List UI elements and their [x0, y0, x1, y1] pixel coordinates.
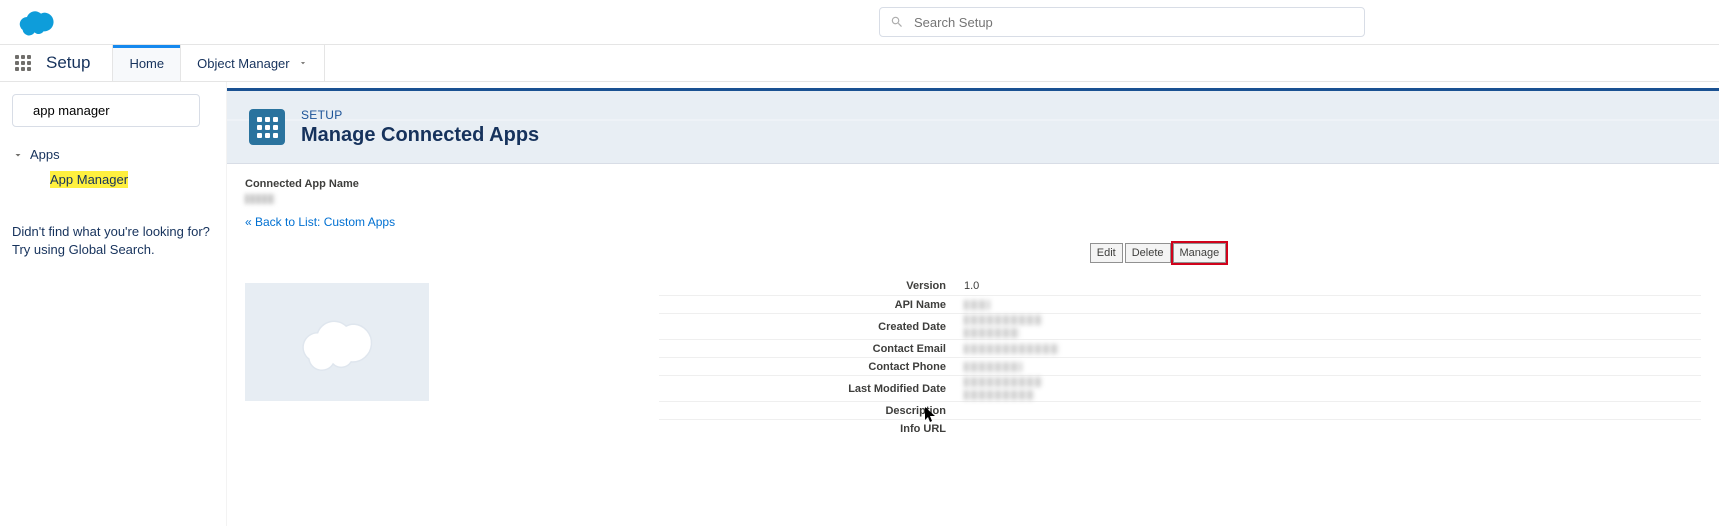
- field-label-created-date: Created Date: [659, 321, 964, 333]
- connected-app-detail: Connected App Name « Back to List: Custo…: [227, 164, 1719, 467]
- tree-node-apps[interactable]: Apps: [12, 143, 214, 166]
- salesforce-cloud-logo: [14, 6, 60, 38]
- detail-fields: Version 1.0 API Name Created Date: [659, 277, 1701, 437]
- field-value-created-date: [964, 314, 1042, 339]
- app-logo-thumbnail: [245, 283, 429, 401]
- field-value-contact-phone: [964, 361, 1022, 373]
- tab-object-manager[interactable]: Object Manager: [180, 45, 325, 81]
- context-nav-bar: Setup Home Object Manager: [0, 45, 1719, 82]
- field-label-contact-email: Contact Email: [659, 343, 964, 355]
- tree-leaf-app-manager[interactable]: App Manager: [50, 171, 128, 188]
- quick-find[interactable]: [12, 94, 200, 127]
- cloud-icon: [287, 311, 389, 375]
- field-value-version: 1.0: [964, 279, 979, 293]
- apps-icon: [257, 117, 278, 138]
- app-launcher-button[interactable]: [0, 45, 46, 81]
- field-label-version: Version: [659, 280, 964, 292]
- waffle-icon: [15, 55, 31, 71]
- manage-button[interactable]: Manage: [1173, 243, 1227, 263]
- page-header-eyebrow: SETUP: [301, 108, 539, 122]
- field-value-contact-email: [964, 343, 1059, 355]
- connected-app-name-value: [245, 194, 275, 204]
- context-title: Setup: [46, 45, 112, 81]
- tab-home[interactable]: Home: [112, 45, 180, 81]
- record-action-toolbar: Edit Delete Manage: [615, 243, 1701, 263]
- connected-app-name-label: Connected App Name: [245, 178, 1701, 190]
- page-header-icon: [249, 109, 285, 145]
- global-search-input[interactable]: [914, 15, 1354, 30]
- tree-node-apps-label: Apps: [30, 147, 60, 162]
- field-label-contact-phone: Contact Phone: [659, 361, 964, 373]
- delete-button[interactable]: Delete: [1125, 243, 1171, 263]
- page-title: Manage Connected Apps: [301, 124, 539, 147]
- sidebar-hint: Didn't find what you're looking for? Try…: [12, 223, 214, 259]
- page-header: SETUP Manage Connected Apps: [227, 88, 1719, 164]
- global-search[interactable]: [879, 7, 1365, 37]
- setup-sidebar: Apps App Manager Didn't find what you're…: [0, 82, 227, 526]
- field-value-last-modified-date: [964, 376, 1042, 401]
- search-icon: [890, 15, 904, 29]
- back-to-list-link[interactable]: « Back to List: Custom Apps: [245, 215, 395, 229]
- tab-object-manager-label: Object Manager: [197, 56, 290, 71]
- chevron-down-icon: [298, 58, 308, 68]
- edit-button[interactable]: Edit: [1090, 243, 1123, 263]
- content-pane: SETUP Manage Connected Apps Connected Ap…: [227, 82, 1719, 526]
- quick-find-input[interactable]: [33, 103, 209, 118]
- field-value-api-name: [964, 299, 990, 311]
- global-header: [0, 0, 1719, 45]
- field-label-api-name: API Name: [659, 299, 964, 311]
- field-label-description: Description: [659, 405, 964, 417]
- field-label-info-url: Info URL: [659, 423, 964, 435]
- chevron-down-icon: [12, 149, 24, 161]
- field-label-last-modified-date: Last Modified Date: [659, 383, 964, 395]
